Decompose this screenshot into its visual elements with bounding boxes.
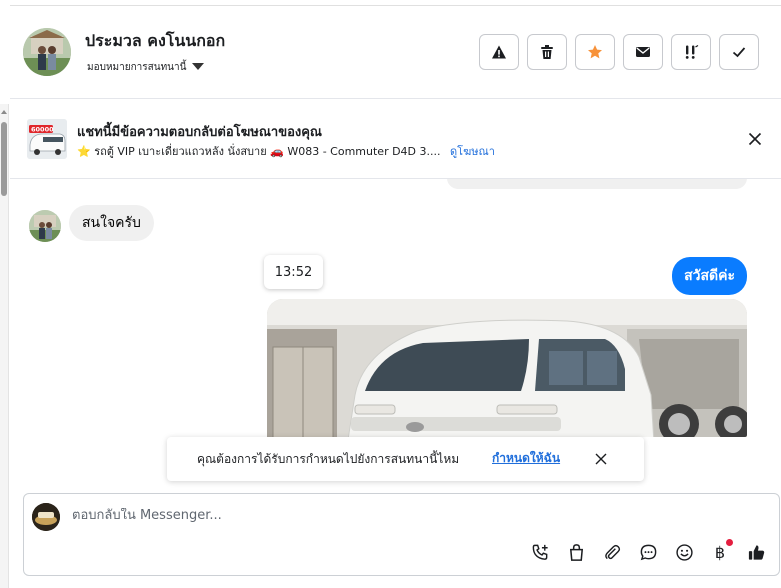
like-button[interactable] xyxy=(745,541,767,563)
mark-spam-button[interactable] xyxy=(479,34,519,70)
van-photo-attachment[interactable] xyxy=(267,299,747,437)
inbox-conversation-panel: ประมวล คงโนนกอก มอบหมายการสนทนานี้ 60000… xyxy=(0,0,781,588)
follow-up-button[interactable] xyxy=(671,34,711,70)
phone-add-icon xyxy=(532,544,548,560)
ad-thumbnail[interactable]: 60000 xyxy=(27,119,67,159)
contact-name[interactable]: ประมวล คงโนนกอก xyxy=(85,29,225,54)
shopping-bag-icon xyxy=(569,543,583,561)
shop-button[interactable] xyxy=(565,541,587,563)
paperclip-icon xyxy=(604,544,620,559)
call-button[interactable] xyxy=(529,541,551,563)
mail-icon xyxy=(636,47,650,57)
contact-avatar[interactable] xyxy=(23,28,71,76)
delete-button[interactable] xyxy=(527,34,567,70)
emoji-button[interactable] xyxy=(673,541,695,563)
page-avatar xyxy=(32,503,60,531)
conversation-header: ประมวล คงโนนกอก มอบหมายการสนทนานี้ xyxy=(10,6,781,99)
contact-avatar-small[interactable] xyxy=(29,210,61,242)
smiley-icon xyxy=(675,543,693,561)
assign-conversation-dropdown[interactable]: มอบหมายการสนทนานี้ xyxy=(87,60,205,75)
payment-button[interactable]: ฿ xyxy=(709,539,733,563)
mark-unread-button[interactable] xyxy=(623,34,663,70)
message-thread[interactable]: สนใจครับ 13:52 สวัสดีค่ะ xyxy=(10,179,781,437)
assign-to-me-link[interactable]: กำหนดให้ฉัน xyxy=(492,449,560,468)
thumbs-up-icon xyxy=(748,544,764,560)
scrollbar-thumb[interactable] xyxy=(1,122,7,196)
baht-icon: ฿ xyxy=(714,542,726,562)
composer-toolbar: ฿ xyxy=(529,539,767,563)
incoming-message[interactable]: สนใจครับ xyxy=(69,205,154,241)
mark-done-button[interactable] xyxy=(719,34,759,70)
message-timestamp: 13:52 xyxy=(264,255,323,289)
close-icon[interactable] xyxy=(594,452,608,466)
ad-thumb-price: 60000 xyxy=(31,126,54,134)
check-icon xyxy=(732,47,746,58)
star-button[interactable] xyxy=(575,34,615,70)
outgoing-message[interactable]: สวัสดีค่ะ xyxy=(672,257,747,295)
notification-dot xyxy=(726,539,733,546)
ad-banner-title: แชทนี้มีข้อความตอบกลับต่อโฆษณาของคุณ xyxy=(77,125,322,140)
assign-prompt-text: คุณต้องการได้รับการกำหนดไปยังการสนทนานี้… xyxy=(197,452,460,466)
ad-reply-banner: 60000 แชทนี้มีข้อความตอบกลับต่อโฆษณาของค… xyxy=(10,99,781,179)
assign-prompt-toast: คุณต้องการได้รับการกำหนดไปยังการสนทนานี้… xyxy=(167,437,644,481)
attach-button[interactable] xyxy=(601,541,623,563)
reply-input[interactable] xyxy=(72,508,672,523)
close-icon[interactable] xyxy=(747,131,763,147)
ad-description: ⭐ รถตู้ VIP เบาะเดี่ยวแถวหลัง นั่งสบาย 🚗… xyxy=(77,145,441,158)
previous-message-bubble xyxy=(447,179,747,189)
assign-label: มอบหมายการสนทนานี้ xyxy=(87,62,187,73)
view-ad-link[interactable]: ดูโฆษณา xyxy=(450,145,495,158)
panel-scrollbar[interactable] xyxy=(0,104,9,588)
header-actions xyxy=(479,34,759,70)
saved-replies-button[interactable] xyxy=(637,541,659,563)
chevron-down-icon xyxy=(192,63,205,70)
star-icon xyxy=(588,45,602,59)
warning-icon xyxy=(492,45,506,59)
trash-icon xyxy=(541,45,553,59)
chat-bubble-icon xyxy=(640,544,656,560)
message-composer: ฿ xyxy=(23,493,780,576)
follow-up-icon xyxy=(685,44,699,59)
ad-banner-subtitle: ⭐ รถตู้ VIP เบาะเดี่ยวแถวหลัง นั่งสบาย 🚗… xyxy=(77,142,495,160)
scroll-up-arrow-icon[interactable] xyxy=(1,110,7,114)
